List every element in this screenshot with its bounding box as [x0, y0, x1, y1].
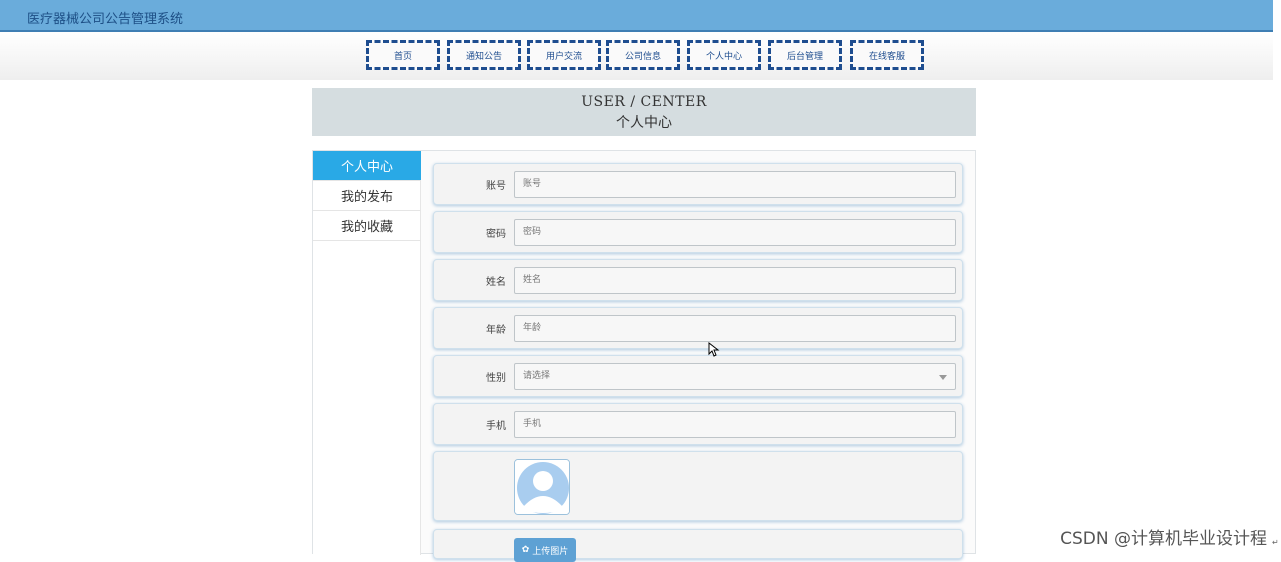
- watermark: CSDN @计算机毕业设计程: [1060, 529, 1267, 549]
- main-nav: 首页 通知公告 用户交流 公司信息 个人中心 后台管理 在线客服: [0, 34, 1273, 80]
- age-input[interactable]: 年龄: [514, 315, 956, 342]
- sidebar-item-user-center[interactable]: 个人中心: [313, 151, 421, 181]
- mouse-cursor-icon: [708, 342, 720, 357]
- sidebar-item-my-posts[interactable]: 我的发布: [313, 181, 421, 211]
- form-row-gender: 性别 请选择: [433, 355, 963, 397]
- nav-item-home[interactable]: 首页: [366, 40, 440, 70]
- user-placeholder-icon: [515, 460, 569, 514]
- form-row-phone: 手机 手机: [433, 403, 963, 445]
- nav-item-user-center[interactable]: 个人中心: [687, 40, 761, 70]
- age-label: 年龄: [486, 325, 506, 336]
- sidebar: 个人中心 我的发布 我的收藏: [313, 151, 421, 555]
- form-row-age: 年龄 年龄: [433, 307, 963, 349]
- phone-input[interactable]: 手机: [514, 411, 956, 438]
- form-row-upload: ✿ 上传图片: [433, 529, 963, 562]
- nav-item-notices[interactable]: 通知公告: [447, 40, 521, 70]
- form-row-avatar: [433, 451, 963, 521]
- nav-item-forum[interactable]: 用户交流: [527, 40, 601, 70]
- page-title-cn: 个人中心: [616, 115, 672, 131]
- phone-label: 手机: [486, 421, 506, 432]
- account-label: 账号: [486, 181, 506, 192]
- upload-image-button[interactable]: ✿ 上传图片: [514, 538, 576, 562]
- name-input[interactable]: 姓名: [514, 267, 956, 294]
- nav-item-online-service[interactable]: 在线客服: [850, 40, 924, 70]
- upload-button-label: 上传图片: [532, 546, 569, 557]
- page-title-en: USER / CENTER: [581, 94, 707, 110]
- sidebar-item-my-favorites[interactable]: 我的收藏: [313, 211, 421, 241]
- avatar[interactable]: [514, 459, 570, 515]
- top-bar: 医疗器械公司公告管理系统: [0, 0, 1273, 32]
- app-title: 医疗器械公司公告管理系统: [27, 12, 184, 27]
- chevron-down-icon: [939, 375, 947, 380]
- form-row-password: 密码 密码: [433, 211, 963, 253]
- name-label: 姓名: [486, 277, 506, 288]
- nav-item-company-info[interactable]: 公司信息: [606, 40, 680, 70]
- password-input[interactable]: 密码: [514, 219, 956, 246]
- form-row-account: 账号 账号: [433, 163, 963, 205]
- page-header: USER / CENTER 个人中心: [312, 88, 976, 136]
- account-input[interactable]: 账号: [514, 171, 956, 198]
- form-row-name: 姓名 姓名: [433, 259, 963, 301]
- user-center-panel: 个人中心 我的发布 我的收藏 账号 账号 密码 密码 姓名 姓名 年龄 年龄 性…: [312, 150, 976, 562]
- gender-label: 性别: [486, 373, 506, 384]
- resize-corner-icon: ↵: [1272, 538, 1279, 547]
- password-label: 密码: [486, 229, 506, 240]
- gender-select-value: 请选择: [523, 371, 551, 381]
- gender-select[interactable]: 请选择: [514, 363, 956, 390]
- nav-item-admin[interactable]: 后台管理: [768, 40, 842, 70]
